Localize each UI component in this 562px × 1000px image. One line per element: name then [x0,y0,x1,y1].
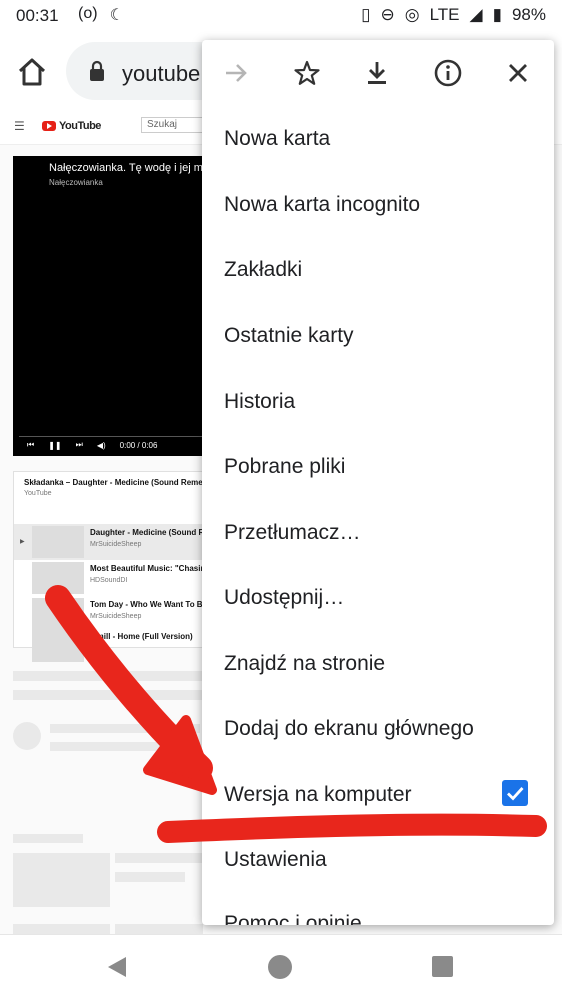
battery-icon: ▮ [492,5,502,24]
loading-placeholder [13,853,110,907]
menu-item-history[interactable]: Historia [224,390,295,414]
vibrate-icon: ▯ [361,5,371,24]
home-nav-icon[interactable] [268,955,292,979]
battery-level: 98% [511,5,546,24]
cast-icon: (o) [78,5,98,22]
info-icon[interactable] [432,57,464,89]
menu-item-bookmarks[interactable]: Zakładki [224,258,302,282]
thumbnail [32,562,84,594]
status-bar: 00:31 (o) ☾ ▯ ⊖ ◎ LTE ◢ ▮ 98% [0,0,562,34]
close-icon[interactable] [502,57,534,89]
forward-icon[interactable] [220,57,252,89]
menu-item-share[interactable]: Udostępnij… [224,586,344,610]
video-title: Nałęczowianka. Tę wodę i jej min [49,162,212,174]
menu-item-help-feedback[interactable]: Pomoc i opinie [224,912,362,925]
check-icon [507,787,524,801]
menu-item-downloads[interactable]: Pobrane pliki [224,455,345,479]
menu-item-translate[interactable]: Przetłumacz… [224,521,361,545]
video-time: 0:00 / 0:06 [119,440,158,450]
playlist-item[interactable]: ...mill - Home (Full Version) [14,628,214,664]
youtube-logo[interactable]: YouTube [42,120,101,132]
dnd-icon: ⊖ [380,5,395,24]
loading-placeholder [13,834,83,843]
youtube-play-icon [42,121,56,131]
menu-item-desktop-site[interactable]: Wersja na komputer [224,783,412,807]
home-icon[interactable] [14,54,50,90]
playlist-title[interactable]: Składanka – Daughter - Medicine (Sound R… [24,478,212,487]
playlist-item[interactable]: ▶ Daughter - Medicine (Sound Re MrSuicid… [14,524,214,560]
next-icon[interactable]: ⏭ [76,440,83,450]
loading-placeholder [50,742,200,751]
loading-placeholder [13,924,110,934]
youtube-search-input[interactable]: Szukaj [141,117,211,133]
star-icon[interactable] [291,57,323,89]
thumbnail [32,526,84,558]
loading-placeholder [13,671,203,681]
video-progress-bar[interactable] [19,436,213,437]
desktop-site-checkbox[interactable] [502,780,528,806]
signal-icon: ◢ [469,5,483,24]
menu-item-find-in-page[interactable]: Znajdź na stronie [224,652,385,676]
pause-icon[interactable]: ❚❚ [48,441,61,450]
android-nav-bar [0,934,562,1000]
thumbnail [32,630,84,662]
loading-placeholder [115,872,185,882]
playlist-item[interactable]: Tom Day - Who We Want To Be MrSuicideShe… [14,596,214,632]
loading-placeholder [115,924,203,934]
loading-placeholder [13,690,203,700]
playlist-panel: Składanka – Daughter - Medicine (Sound R… [13,471,215,662]
recents-icon[interactable] [432,956,453,977]
loading-placeholder [50,724,200,733]
download-icon[interactable] [361,57,393,89]
volume-icon[interactable]: ◀) [97,441,106,450]
moon-icon: ☾ [109,7,124,24]
playlist-item[interactable]: Most Beautiful Music: "Chasing HDSoundDI [14,560,214,596]
menu-item-new-tab[interactable]: Nowa karta [224,127,330,151]
loading-placeholder [13,722,41,750]
thumbnail [32,598,84,630]
menu-item-add-to-home-screen[interactable]: Dodaj do ekranu głównego [224,717,474,741]
status-time: 00:31 [16,6,59,25]
back-icon[interactable] [106,955,128,984]
hotspot-icon: ◎ [404,5,420,24]
now-playing-icon: ▶ [20,539,25,545]
menu-item-new-incognito-tab[interactable]: Nowa karta incognito [224,193,420,217]
menu-item-recent-tabs[interactable]: Ostatnie karty [224,324,354,348]
previous-icon[interactable]: ⏮ [27,440,34,450]
menu-icon-row [202,40,554,106]
url-text[interactable]: youtube [122,61,200,87]
menu-item-settings[interactable]: Ustawienia [224,848,327,872]
playlist-source: YouTube [24,490,52,497]
overflow-menu: Nowa karta Nowa karta incognito Zakładki… [202,40,554,925]
lock-icon [88,60,106,82]
video-player[interactable]: Nałęczowianka. Tę wodę i jej min Nałęczo… [13,156,213,456]
video-channel: Nałęczowianka [49,178,103,187]
network-type: LTE [429,5,460,24]
menu-icon[interactable]: ☰ [14,119,25,133]
loading-placeholder [115,853,203,863]
